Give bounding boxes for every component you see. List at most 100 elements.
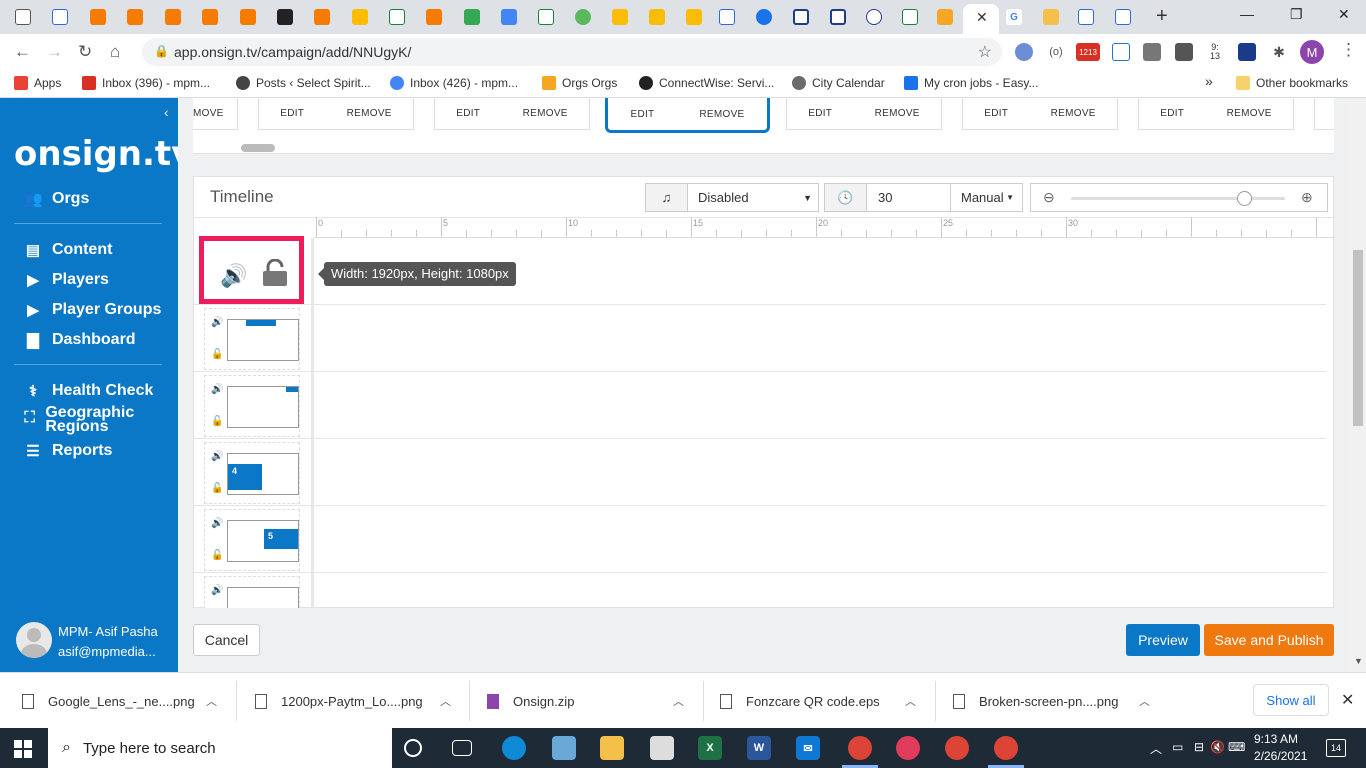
show-all-button[interactable]: Show all	[1253, 684, 1329, 716]
chrome-icon[interactable]	[994, 736, 1018, 760]
scroll-down-arrow-icon[interactable]: ▼	[1354, 656, 1363, 666]
sidebar-item-player-groups[interactable]: ▶ Player Groups	[24, 301, 161, 319]
tab-favicon-dots-2[interactable]	[607, 6, 633, 28]
schedule-icon[interactable]: 9: 13	[1206, 43, 1224, 61]
unlock-icon[interactable]: 🔓	[211, 349, 223, 360]
unlock-icon[interactable]	[262, 259, 288, 287]
forward-arrow-icon[interactable]: →	[46, 42, 63, 62]
tab-favicon-orange-2[interactable]	[122, 6, 148, 28]
chevron-left-icon[interactable]: ‹	[164, 104, 169, 120]
window-close-icon[interactable]: ✕	[1338, 6, 1350, 23]
zoom-in-icon[interactable]: ⊕	[1301, 189, 1313, 206]
tab-favicon-leaf[interactable]	[570, 6, 596, 28]
tab-favicon-google[interactable]: G	[1001, 6, 1027, 28]
tab-favicon-orange-3[interactable]	[160, 6, 186, 28]
layer-row[interactable]: 🔊 🔓 5	[194, 506, 1326, 573]
keyboard-icon[interactable]: ⌨	[1228, 740, 1245, 754]
remove-link[interactable]: REMOVE	[699, 109, 744, 120]
home-icon[interactable]: ⌂	[110, 42, 120, 62]
broadcast-icon[interactable]: (o)	[1047, 43, 1065, 61]
sidebar-item-players[interactable]: ▶ Players	[24, 271, 109, 289]
bookmark-connectwise[interactable]: ConnectWise: Servi...	[639, 76, 774, 90]
tab-favicon-orange-6[interactable]	[309, 6, 335, 28]
edit-link[interactable]: EDIT	[456, 108, 480, 119]
tab-favicon-doc[interactable]	[47, 6, 73, 28]
tab-favicon-orange-7[interactable]	[421, 6, 447, 28]
restore-icon[interactable]: ❐	[1290, 6, 1303, 23]
notifications-icon[interactable]: 14	[1326, 739, 1346, 757]
store-icon[interactable]	[650, 736, 674, 760]
speaker-icon[interactable]: 🔊	[211, 518, 223, 529]
eyedropper-icon[interactable]	[1175, 43, 1193, 61]
edit-link[interactable]: EDIT	[630, 109, 654, 120]
chevron-up-icon[interactable]: ︿	[206, 693, 217, 709]
clock-date[interactable]: 2/26/2021	[1254, 749, 1307, 763]
screen-icon[interactable]	[1238, 43, 1256, 61]
speaker-icon[interactable]: 🔊	[211, 585, 223, 596]
tab-favicon-sheet-3[interactable]	[897, 6, 923, 28]
tab-favicon-report[interactable]	[1110, 6, 1136, 28]
bookmark-inbox-396[interactable]: Inbox (396) - mpm...	[82, 76, 210, 90]
chrome-icon[interactable]	[945, 736, 969, 760]
tab-favicon-orange-5[interactable]	[235, 6, 261, 28]
profile-avatar[interactable]: M	[1300, 40, 1324, 64]
zoom-slider-knob[interactable]	[1237, 191, 1253, 206]
vertical-scrollbar[interactable]: ▼	[1350, 98, 1366, 672]
music-note-icon[interactable]: ♫	[645, 183, 688, 212]
tab-favicon-sheet-2[interactable]	[533, 6, 559, 28]
windows-start-icon[interactable]	[14, 740, 32, 758]
lock-icon[interactable]: 🔒	[154, 44, 169, 58]
download-item[interactable]: Google_Lens_-_ne....png ︿	[22, 673, 232, 729]
excel-icon[interactable]: X	[698, 736, 722, 760]
download-item[interactable]: Broken-screen-pn....png ︿	[953, 673, 1163, 729]
download-item[interactable]: Fonzcare QR code.eps ︿	[720, 673, 930, 729]
chat-icon[interactable]	[1112, 43, 1130, 61]
tab-favicon-grid-1[interactable]	[788, 6, 814, 28]
audio-select[interactable]: Disabled ▼	[687, 183, 819, 212]
remove-link[interactable]: REMOVE	[875, 108, 920, 119]
unlock-icon[interactable]: 🔓	[211, 550, 223, 561]
battery-icon[interactable]: ▭	[1172, 740, 1183, 754]
unlock-icon[interactable]: 🔓	[211, 416, 223, 427]
layer-row[interactable]: 🔊 🔓	[194, 305, 1326, 372]
remove-link[interactable]: MOVE	[193, 108, 224, 119]
bookmark-orgs[interactable]: Orgs Orgs	[542, 76, 617, 90]
camera-icon[interactable]	[1143, 43, 1161, 61]
tab-favicon-docs[interactable]	[496, 6, 522, 28]
tab-favicon-sheet-1[interactable]	[384, 6, 410, 28]
tab-favicon-chart[interactable]	[714, 6, 740, 28]
address-bar[interactable]: 🔒 app.onsign.tv/campaign/add/NNUgyK/ ☆	[142, 38, 1002, 66]
minimize-icon[interactable]: —	[1240, 6, 1254, 22]
mute-icon[interactable]: 🔇	[1210, 740, 1225, 754]
close-downloads-icon[interactable]: ✕	[1341, 690, 1354, 710]
mail-icon[interactable]: ✉	[796, 736, 820, 760]
extension-1-icon[interactable]	[1015, 43, 1033, 61]
mode-select[interactable]: Manual ▼	[950, 183, 1023, 212]
other-bookmarks[interactable]: Other bookmarks	[1236, 76, 1348, 90]
puzzle-extensions-icon[interactable]: ✱	[1270, 43, 1288, 61]
tab-favicon-dots-1[interactable]	[347, 6, 373, 28]
download-item[interactable]: Onsign.zip ︿	[487, 673, 697, 729]
speaker-icon[interactable]: 🔊	[211, 384, 223, 395]
mail-badge-icon[interactable]: 1213	[1076, 43, 1100, 61]
tab-favicon-e[interactable]	[751, 6, 777, 28]
bookmark-inbox-426[interactable]: Inbox (426) - mpm...	[390, 76, 518, 90]
layer-thumbnail[interactable]	[227, 386, 299, 428]
remove-link[interactable]: REMOVE	[347, 108, 392, 119]
chevron-up-icon[interactable]: ︿	[905, 693, 916, 709]
edit-link[interactable]: EDIT	[808, 108, 832, 119]
photo-app-icon[interactable]	[552, 736, 576, 760]
sidebar-item-content[interactable]: ▤ Content	[24, 241, 113, 259]
tab-favicon-drive[interactable]	[459, 6, 485, 28]
onsign-logo[interactable]: onsign.tv	[14, 134, 193, 174]
tab-favicon-orange-1[interactable]	[85, 6, 111, 28]
chrome-profile-icon[interactable]	[848, 736, 872, 760]
cancel-button[interactable]: Cancel	[193, 624, 260, 656]
zoom-slider-track[interactable]	[1071, 191, 1285, 206]
cortana-icon[interactable]	[404, 739, 422, 757]
duration-input[interactable]: 30	[866, 183, 951, 212]
sidebar-item-geographic-regions[interactable]: ⛶ Geographic Regions	[24, 405, 144, 435]
speaker-icon[interactable]: 🔊	[211, 451, 223, 462]
tab-favicon-orange-4[interactable]	[197, 6, 223, 28]
back-arrow-icon[interactable]: ←	[14, 42, 31, 62]
